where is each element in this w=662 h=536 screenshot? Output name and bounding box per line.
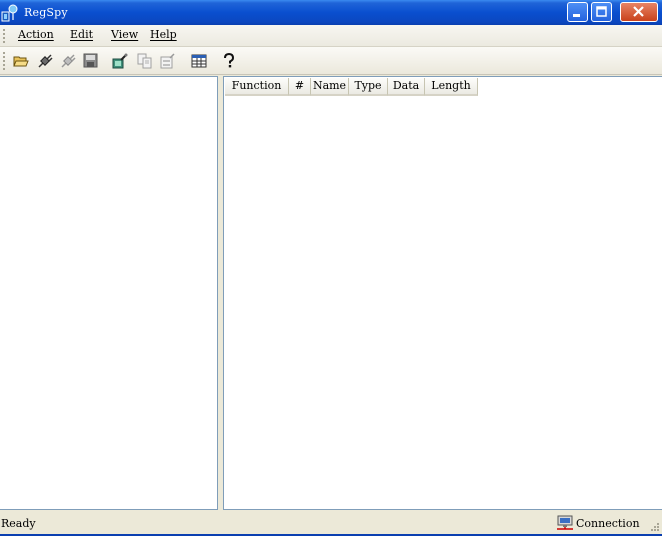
- save-icon: [83, 53, 98, 68]
- regspy-app-icon: [1, 4, 18, 22]
- results-list-pane[interactable]: Function # Name Type Data Length: [223, 76, 662, 510]
- connection-status: Connection: [576, 517, 640, 530]
- column-header-type[interactable]: Type: [349, 78, 388, 96]
- close-icon: [633, 6, 644, 17]
- column-header-number[interactable]: #: [289, 78, 311, 96]
- view-button[interactable]: [188, 50, 210, 72]
- properties-button[interactable]: [157, 50, 179, 72]
- maximize-button[interactable]: [591, 2, 612, 22]
- minimize-icon: [573, 14, 580, 17]
- help-icon: [224, 53, 235, 68]
- menu-action[interactable]: Action: [18, 28, 54, 41]
- disconnect-button[interactable]: [57, 50, 79, 72]
- properties-icon: [160, 53, 175, 69]
- menu-view[interactable]: View: [111, 28, 138, 41]
- column-header-data[interactable]: Data: [388, 78, 425, 96]
- column-header-name[interactable]: Name: [311, 78, 349, 96]
- status-bar: Ready Connection: [0, 512, 662, 536]
- registry-tree-pane[interactable]: [0, 76, 218, 510]
- column-header-function[interactable]: Function: [225, 78, 289, 96]
- minimize-button[interactable]: [567, 2, 588, 22]
- open-folder-icon: [13, 56, 29, 67]
- connect-icon: [38, 54, 53, 68]
- title-bar[interactable]: RegSpy: [0, 0, 662, 25]
- copy-icon: [137, 53, 152, 69]
- close-button[interactable]: [620, 2, 658, 22]
- menu-bar: Action Edit View Help: [0, 25, 662, 47]
- menu-edit[interactable]: Edit: [70, 28, 93, 41]
- copy-button[interactable]: [134, 50, 156, 72]
- options-icon: [112, 53, 128, 69]
- view-grid-icon: [191, 54, 207, 68]
- column-header-length[interactable]: Length: [425, 78, 478, 96]
- toolbar: [0, 47, 662, 75]
- resize-grip-icon[interactable]: [648, 522, 660, 534]
- toolbar-grip-icon: [3, 52, 5, 70]
- save-button[interactable]: [80, 50, 102, 72]
- maximize-icon: [596, 6, 607, 17]
- connect-button[interactable]: [34, 50, 56, 72]
- app-window: RegSpy Action Edit View Help Function # …: [0, 0, 662, 536]
- menubar-grip-icon: [3, 29, 5, 43]
- list-column-header: Function # Name Type Data Length: [224, 77, 662, 97]
- open-button[interactable]: [10, 50, 32, 72]
- disconnect-icon: [61, 54, 76, 68]
- menu-help[interactable]: Help: [150, 28, 177, 41]
- network-connection-icon: [557, 515, 573, 530]
- window-title: RegSpy: [24, 6, 68, 19]
- status-text: Ready: [1, 517, 36, 530]
- options-button[interactable]: [109, 50, 131, 72]
- help-button[interactable]: [218, 50, 240, 72]
